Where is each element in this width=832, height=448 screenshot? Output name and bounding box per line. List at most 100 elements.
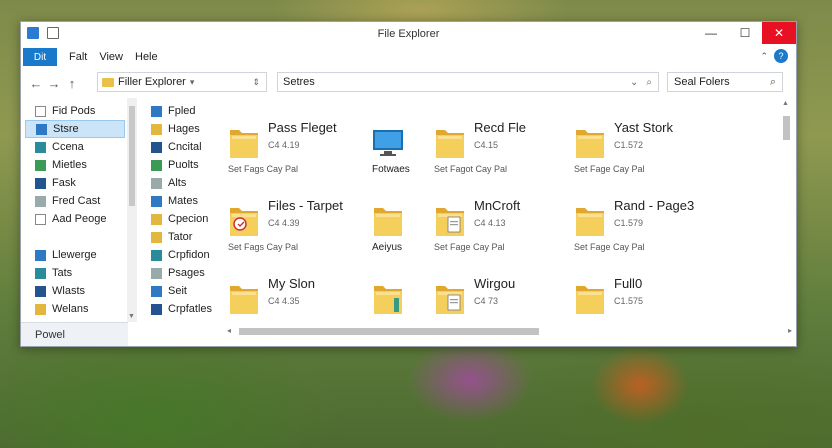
nav-item-welans[interactable]: Welans (25, 300, 125, 318)
nav-item-label: Crpfidon (168, 249, 210, 261)
network-icon (35, 285, 46, 297)
nav-item-fid-pods[interactable]: Fid Pods (25, 102, 125, 120)
search-folders-input[interactable]: Seal Folers ⌕ (667, 72, 783, 92)
nav-item-mietles[interactable]: Mietles (25, 156, 125, 174)
nav-item-ccena[interactable]: Ccena (25, 138, 125, 156)
folder-icon (228, 280, 260, 316)
file-tile[interactable]: Recd Fle C4.15 Set Fagot Cay Pal (434, 108, 574, 178)
nav-item-seit[interactable]: Seit (149, 282, 229, 300)
folder-icon (434, 124, 466, 160)
file-tile[interactable]: Rand - Page3 C1.579 Set Fage Cay Pal (574, 186, 714, 256)
navigation-footer: Powel (21, 322, 128, 346)
up-icon[interactable]: ↑ (63, 76, 81, 91)
file-tile[interactable]: Yast Stork C1.572 Set Fage Cay Pal (574, 108, 714, 178)
scroll-right-icon[interactable]: ▸ (788, 326, 792, 335)
tab-help[interactable]: Hele (135, 51, 158, 63)
file-name: Recd Fle (474, 120, 527, 135)
address-path: Filler Explorer (118, 76, 186, 88)
nav-item-cncital[interactable]: Cncital (149, 138, 229, 156)
file-size: C4 4.19 (268, 140, 300, 150)
scrollbar-thumb[interactable] (129, 106, 135, 206)
nav-item-aad-peoge[interactable]: Aad Peoge (25, 210, 125, 228)
folder-icon (151, 213, 162, 225)
image-icon (151, 159, 162, 171)
nav-item-label: Seit (168, 285, 187, 297)
scroll-down-icon[interactable]: ▼ (128, 313, 135, 320)
file-tile[interactable]: My Slon C4 4.35 (228, 264, 368, 334)
file-tile[interactable]: Files - Tarpet C4 4.39 Set Fags Cay Pal (228, 186, 368, 256)
file-meta: Set Fage Cay Pal (574, 242, 645, 252)
navigation-pane: Fid Pods Stsre Ccena Mietles Fask Fred Cast Aa… (25, 102, 125, 318)
nav-item-fpled[interactable]: Fpled (149, 102, 229, 120)
address-bar[interactable]: Filler Explorer ▾ ⇕ (97, 72, 267, 92)
file-name: Files - Tarpet (268, 198, 343, 213)
monitor-icon (36, 123, 47, 135)
document-icon (35, 213, 46, 225)
nav-item-label: Alts (168, 177, 187, 189)
file-size: C1.572 (614, 140, 644, 150)
nav-item-label: Fred Cast (52, 195, 101, 207)
scrollbar-thumb[interactable] (239, 328, 539, 335)
search-input[interactable]: Setres ⌄ ⌕ (277, 72, 659, 92)
nav-item-wlasts[interactable]: Wlasts (25, 282, 125, 300)
file-tile[interactable]: MnCroft C4 4.13 Set Fage Cay Pal (434, 186, 574, 256)
nav-item-tator[interactable]: Tator (149, 228, 229, 246)
file-size: C4 4.13 (474, 218, 506, 228)
window-controls: — ☐ ✕ (694, 22, 796, 44)
expand-ribbon-icon[interactable]: ⌃ (760, 51, 768, 62)
file-size: C4.15 (474, 140, 499, 150)
nav-item-llewerge[interactable]: Llewerge (25, 246, 125, 264)
horizontal-scrollbar[interactable]: ◂ ▸ (227, 326, 792, 336)
content-scrollbar[interactable]: ▲ (780, 98, 792, 322)
file-name: Wirgou (474, 276, 516, 291)
navigation-scrollbar[interactable]: ▼ (127, 98, 137, 322)
search-icon[interactable]: ⌕ (770, 76, 776, 89)
folder-icon (372, 280, 404, 316)
scrollbar-thumb[interactable] (783, 116, 790, 140)
sort-icon[interactable]: ⇕ (252, 77, 260, 88)
nav-item-label: Mates (168, 195, 198, 207)
nav-item-psages[interactable]: Psages (149, 264, 229, 282)
nav-item-stsre[interactable]: Stsre (25, 120, 125, 138)
file-tab[interactable]: Dit (23, 48, 57, 66)
nav-item-alts[interactable]: Alts (149, 174, 229, 192)
nav-item-crpfatles[interactable]: Crpfatles (149, 300, 229, 318)
nav-item-label: Fid Pods (52, 105, 96, 117)
tab-view[interactable]: View (99, 51, 123, 63)
address-dropdown-icon[interactable]: ▾ (190, 77, 195, 88)
scroll-up-icon[interactable]: ▲ (782, 100, 789, 107)
nav-item-mates[interactable]: Mates (149, 192, 229, 210)
close-button[interactable]: ✕ (762, 22, 796, 44)
nav-item-fred-cast[interactable]: Fred Cast (25, 192, 125, 210)
file-name: My Slon (268, 276, 315, 291)
folder-icon (574, 202, 606, 238)
file-tile[interactable]: Wirgou C4 73 (434, 264, 574, 334)
search-icon[interactable]: ⌕ (646, 77, 652, 88)
minimize-button[interactable]: — (694, 22, 728, 44)
nav-item-fask[interactable]: Fask (25, 174, 125, 192)
nav-item-puolts[interactable]: Puolts (149, 156, 229, 174)
file-tile[interactable]: Pass Fleget C4 4.19 Set Fags Cay Pal (228, 108, 368, 178)
forward-icon[interactable]: → (45, 76, 63, 91)
file-size: C4 4.39 (268, 218, 300, 228)
globe-icon (35, 141, 46, 153)
scroll-left-icon[interactable]: ◂ (227, 326, 231, 335)
search-value: Setres (283, 76, 315, 88)
nav-item-label: Tats (52, 267, 73, 279)
nav-item-cpecion[interactable]: Cpecion (149, 210, 229, 228)
nav-item-label: Puolts (168, 159, 199, 171)
folder-icon (434, 202, 466, 238)
file-meta: Set Fage Cay Pal (574, 164, 645, 174)
tab-falt[interactable]: Falt (69, 51, 87, 63)
maximize-button[interactable]: ☐ (728, 22, 762, 44)
file-meta: Set Fags Cay Pal (228, 242, 299, 252)
nav-item-hages[interactable]: Hages (149, 120, 229, 138)
nav-item-tats[interactable]: Tats (25, 264, 125, 282)
help-icon[interactable]: ? (774, 49, 788, 63)
file-name: Yast Stork (614, 120, 674, 135)
back-icon[interactable]: ← (27, 76, 45, 91)
file-tile[interactable]: Full0 C1.575 (574, 264, 714, 334)
file-meta: Set Fagot Cay Pal (434, 164, 508, 174)
search-dropdown-icon[interactable]: ⌄ (630, 77, 638, 88)
nav-item-crpfidon[interactable]: Crpfidon (149, 246, 229, 264)
